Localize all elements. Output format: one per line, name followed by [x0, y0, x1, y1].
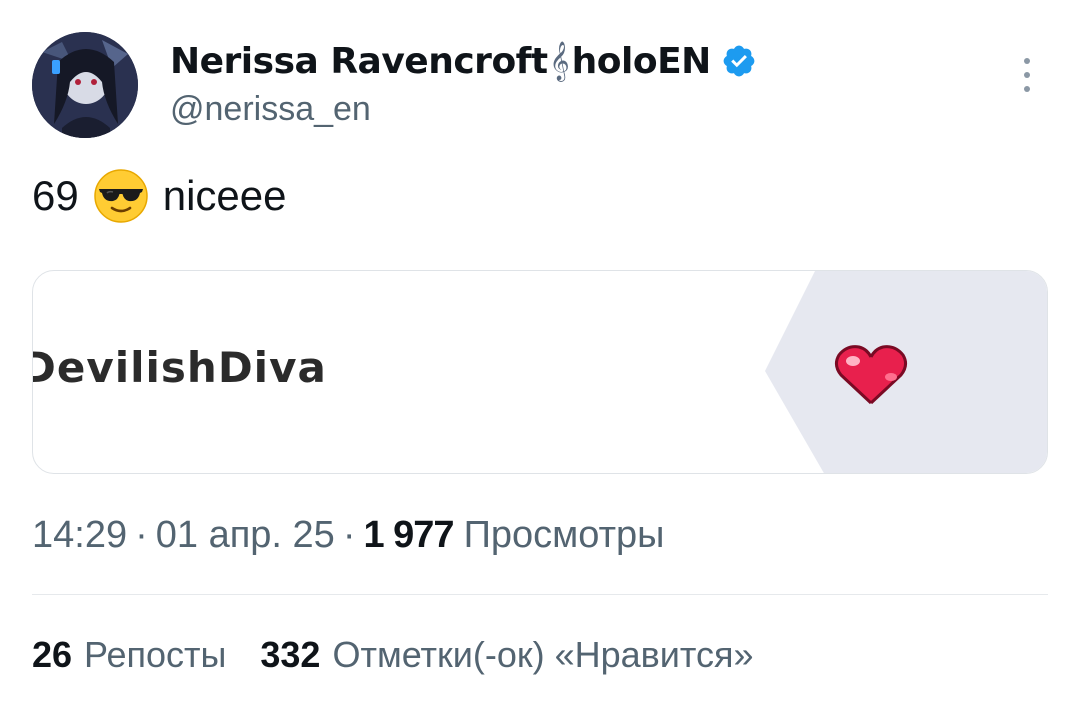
tweet-text-word: niceee: [162, 172, 287, 219]
verified-badge-icon[interactable]: [721, 43, 757, 79]
views-label[interactable]: Просмотры: [464, 514, 665, 557]
media-banner-text: DevilishDiva: [32, 343, 327, 392]
tweet-text-number: 69: [32, 172, 79, 219]
more-dot: [1024, 72, 1030, 78]
more-dot: [1024, 58, 1030, 64]
treble-clef-symbol: 𝄞: [549, 41, 570, 81]
tweet-date[interactable]: 01 апр. 25: [156, 514, 335, 557]
display-name[interactable]: Nerissa Ravencroft: [170, 41, 548, 82]
meta-separator: ·: [135, 514, 148, 556]
divider: [32, 594, 1048, 595]
author-name-row[interactable]: Nerissa Ravencroft 𝄞 holoEN: [170, 38, 757, 84]
display-name-suffix[interactable]: holoEN: [572, 41, 712, 82]
reposts-count[interactable]: 26: [32, 634, 72, 676]
views-count[interactable]: 1 977: [363, 514, 454, 557]
engagement-stats: 26 Репосты 332 Отметки(-ок) «Нравится»: [32, 634, 754, 676]
avatar-image: [32, 32, 138, 138]
media-card[interactable]: DevilishDiva: [32, 270, 1048, 474]
avatar[interactable]: [32, 32, 138, 138]
more-dot: [1024, 86, 1030, 92]
meta-separator: ·: [342, 514, 356, 556]
likes-count[interactable]: 332: [260, 634, 320, 676]
sunglasses-emoji-icon: [93, 169, 148, 223]
tweet-meta: 14:29 · 01 апр. 25 · 1 977 Просмотры: [32, 514, 664, 557]
heart-icon: [834, 345, 908, 405]
author-handle[interactable]: @nerissa_en: [170, 90, 371, 129]
reposts-label[interactable]: Репосты: [84, 634, 226, 676]
tweet-text: 69 niceee: [32, 168, 286, 224]
tweet-time[interactable]: 14:29: [32, 514, 127, 557]
more-options-icon[interactable]: [1018, 58, 1036, 92]
likes-label[interactable]: Отметки(-ок) «Нравится»: [332, 634, 753, 676]
